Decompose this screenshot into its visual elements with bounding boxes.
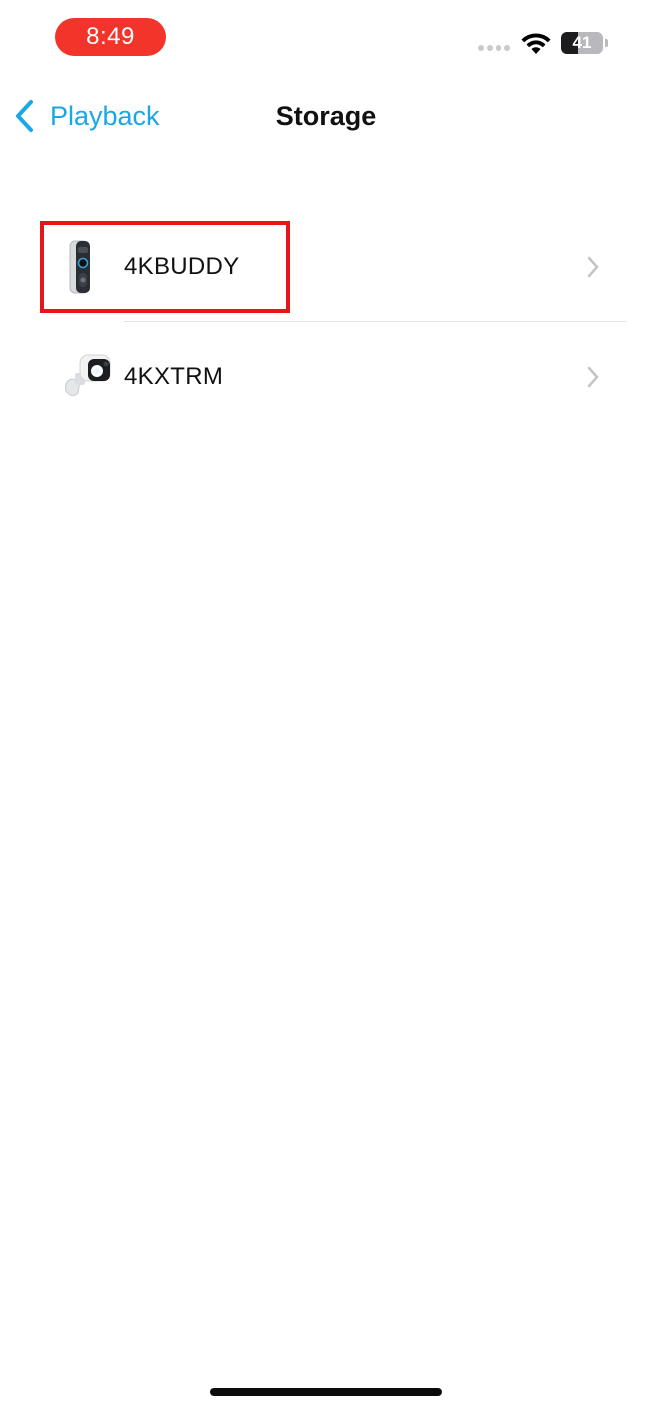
navigation-bar: Storage Playback bbox=[0, 85, 652, 147]
chevron-right-icon bbox=[587, 366, 599, 388]
wifi-icon bbox=[521, 33, 551, 54]
spotlight-camera-icon bbox=[65, 354, 111, 397]
chevron-right-icon bbox=[587, 256, 599, 278]
back-button[interactable]: Playback bbox=[12, 95, 160, 137]
cellular-dots-icon bbox=[478, 45, 510, 53]
device-name: 4KXTRM bbox=[124, 363, 224, 390]
highlight-box bbox=[40, 221, 290, 313]
chevron-left-icon bbox=[16, 100, 33, 132]
device-list: 4KBUDDY 4KXTRM bbox=[40, 212, 626, 432]
status-time: 8:49 bbox=[55, 18, 166, 56]
status-bar: 8:49 41 bbox=[0, 0, 652, 80]
list-item-4kbuddy[interactable]: 4KBUDDY bbox=[40, 212, 626, 322]
home-indicator[interactable] bbox=[210, 1388, 442, 1396]
back-label: Playback bbox=[50, 100, 160, 131]
battery-level: 41 bbox=[572, 33, 592, 52]
battery-icon: 41 bbox=[561, 32, 609, 54]
list-item-4kxtrm[interactable]: 4KXTRM bbox=[40, 322, 626, 432]
